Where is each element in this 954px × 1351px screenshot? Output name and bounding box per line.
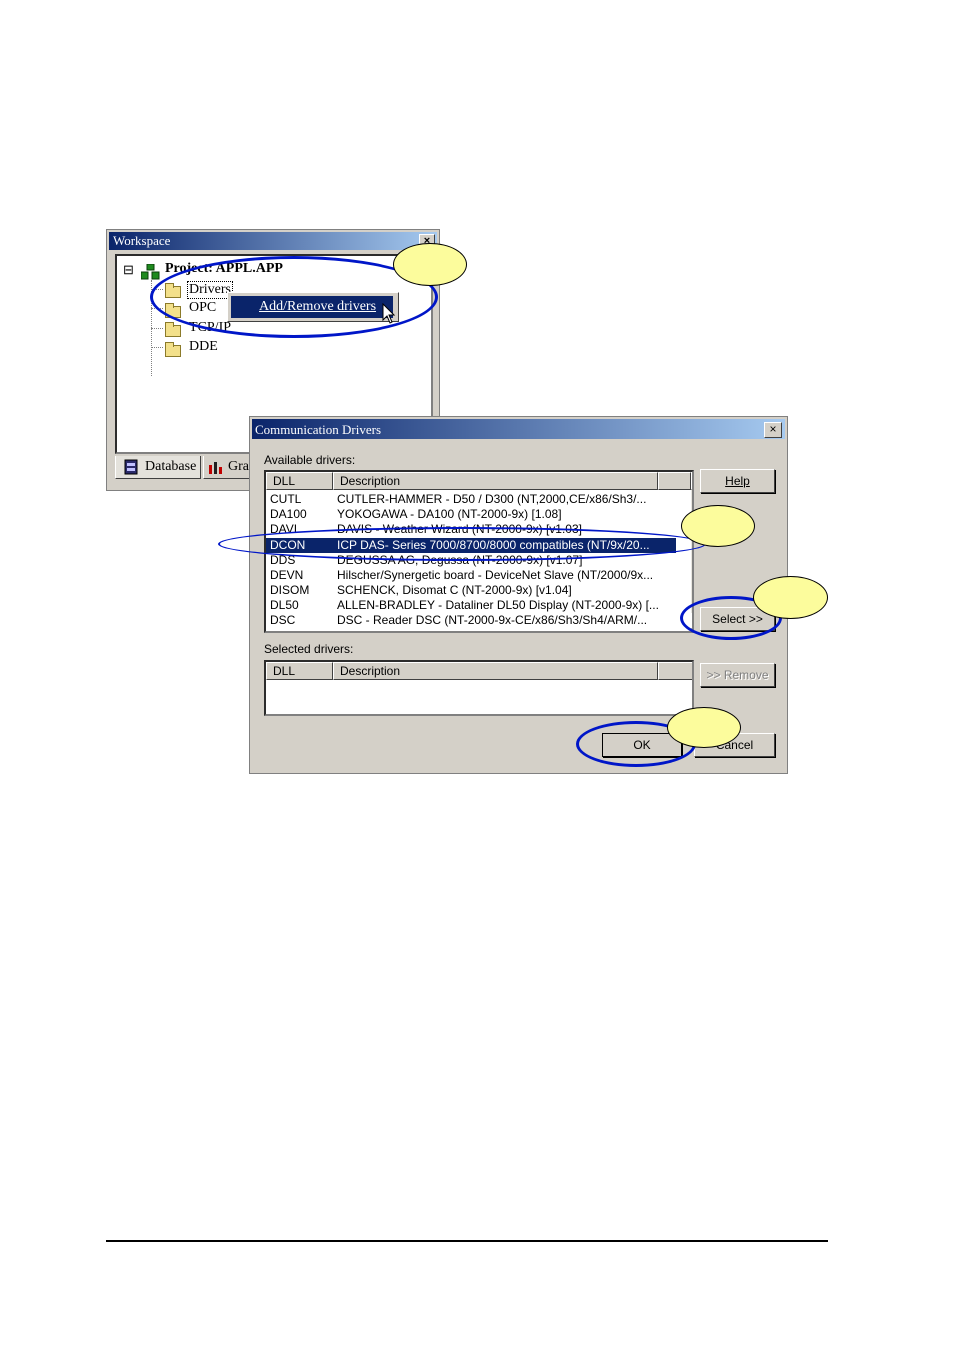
project-icon [141,264,160,280]
footer-divider [106,1240,828,1242]
row-dll: CUTL [270,492,302,506]
database-icon [124,459,138,475]
dialog-titlebar[interactable]: Communication Drivers × [252,419,785,439]
row-dll: DEVN [270,568,304,582]
tab-database[interactable]: Database [115,456,201,479]
selected-drivers-label: Selected drivers: [264,642,354,656]
tree-line [151,347,163,348]
row-description: YOKOGAWA - DA100 (NT-2000-9x) [1.08] [337,507,562,521]
row-description: SCHENCK, Disomat C (NT-2000-9x) [v1.04] [337,583,572,597]
callout-bubble [667,707,741,748]
list-item[interactable]: DEVN Hilscher/Synergetic board - DeviceN… [266,568,676,583]
row-description: CUTLER-HAMMER - D50 / D300 (NT,2000,CE/x… [337,492,647,506]
list-item[interactable]: CUTL CUTLER-HAMMER - D50 / D300 (NT,2000… [266,492,676,507]
list-item[interactable]: DL50 ALLEN-BRADLEY - Dataliner DL50 Disp… [266,598,676,613]
folder-icon [165,322,181,337]
callout-bubble [393,243,467,286]
tree-line [151,328,163,329]
workspace-title: Workspace [113,233,171,248]
column-header-dll[interactable]: DLL [266,662,333,680]
row-dll: DSC [270,613,296,627]
callout-bubble [753,576,828,619]
highlight-ellipse [218,527,706,561]
remove-button[interactable]: >> Remove [700,663,775,687]
column-header-description[interactable]: Description [333,472,658,490]
list-item[interactable]: DISOM SCHENCK, Disomat C (NT-2000-9x) [v… [266,583,676,598]
row-dll: DL50 [270,598,299,612]
column-header-blank [658,662,692,680]
tree-item-dde[interactable]: DDE [189,339,218,355]
available-drivers-label: Available drivers: [264,453,356,467]
callout-bubble [681,505,755,547]
row-dll: DA100 [270,507,307,521]
selected-drivers-list[interactable]: DLL Description [264,660,694,716]
list-item[interactable]: DSC DSC - Reader DSC (NT-2000-9x-CE/x86/… [266,613,676,628]
tree-expander-icon[interactable]: ⊟ [123,262,134,278]
folder-icon [165,342,181,357]
dialog-title: Communication Drivers [255,422,382,437]
workspace-titlebar[interactable]: Workspace × [109,232,437,250]
scroll-up-icon[interactable]: ▲ [691,474,692,490]
help-button-label: Help [725,474,750,488]
help-button[interactable]: Help [700,469,775,493]
row-description: Hilscher/Synergetic board - DeviceNet Sl… [337,568,654,582]
graphics-icon [209,462,222,474]
column-header-dll[interactable]: DLL [266,472,333,490]
tab-database-label: Database [145,459,197,474]
row-dll: DISOM [270,583,310,597]
list-item[interactable]: DA100 YOKOGAWA - DA100 (NT-2000-9x) [1.0… [266,507,676,522]
row-description: ALLEN-BRADLEY - Dataliner DL50 Display (… [337,598,659,612]
tab-graphics-label: Gra [228,459,249,474]
close-icon[interactable]: × [764,422,782,438]
column-header-blank [658,472,691,490]
row-description: DSC - Reader DSC (NT-2000-9x-CE/x86/Sh3/… [337,613,648,627]
column-header-description[interactable]: Description [333,662,658,680]
